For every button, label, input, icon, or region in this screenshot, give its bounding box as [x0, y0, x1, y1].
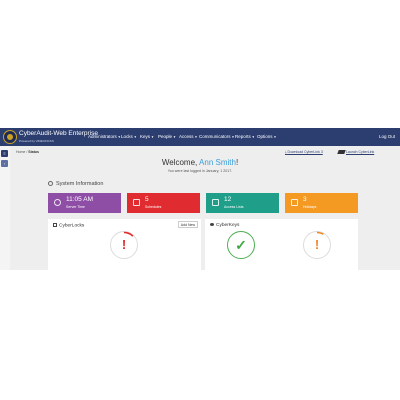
menu-locks[interactable]: Locks▼	[121, 134, 137, 139]
cyberlocks-status-gauge[interactable]: !	[110, 231, 138, 259]
menu-label: Options	[257, 134, 273, 139]
caret-down-icon: ▼	[133, 135, 137, 139]
launch-label: Launch CyberLink	[345, 150, 375, 154]
last-login-text: You were last logged in January, 1 2017.	[167, 169, 233, 173]
download-cyberlink-link[interactable]: ⤓ Download CyberLink 3	[285, 150, 323, 154]
card-value: 5	[145, 196, 149, 203]
menu-communicators[interactable]: Communicators▼	[199, 134, 235, 139]
launch-cyberlink-link[interactable]: Launch CyberLink	[337, 150, 375, 155]
caret-down-icon: ▼	[251, 135, 255, 139]
menu-label: Keys	[140, 134, 151, 139]
card-server-time[interactable]: 11:05 AM Server Time	[48, 193, 121, 213]
menu-keys[interactable]: Keys▼	[140, 134, 154, 139]
menu-people[interactable]: People▼	[158, 134, 176, 139]
sidebar-menu-icon[interactable]: ≡	[1, 150, 8, 157]
warning-exclamation-icon: !	[314, 237, 320, 252]
download-icon: ⤓	[285, 150, 287, 154]
logout-link[interactable]: Log Out	[379, 134, 395, 139]
add-new-button[interactable]: Add New	[177, 221, 198, 228]
checkmark-icon: ✓	[235, 237, 247, 253]
card-holidays[interactable]: 3 Holidays	[285, 193, 358, 213]
list-icon	[212, 199, 219, 206]
card-value: 3	[303, 196, 307, 203]
menu-label: Reports	[235, 134, 251, 139]
card-schedules[interactable]: 5 Schedules	[127, 193, 200, 213]
menu-label: Administrators	[88, 134, 117, 139]
welcome-suffix: !	[235, 158, 239, 167]
communicator-device-icon	[337, 150, 346, 155]
card-label: Schedules	[145, 205, 162, 209]
card-label: Holidays	[303, 205, 317, 209]
calendar-icon	[291, 199, 298, 206]
menu-reports[interactable]: Reports▼	[235, 134, 255, 139]
cyberkeys-warning-gauge[interactable]: !	[303, 231, 331, 259]
brand-subtitle: Powered by VIDEOFICKS	[19, 139, 54, 143]
menu-access[interactable]: Access▼	[179, 134, 198, 139]
alert-exclamation-icon: !	[121, 237, 127, 252]
menu-options[interactable]: Options▼	[257, 134, 277, 139]
system-information-header: System Information	[48, 181, 103, 187]
cyberkeys-panel: CyberKeys ✓ !	[205, 219, 358, 270]
breadcrumb-home[interactable]: Home	[16, 150, 25, 154]
menu-label: Communicators	[199, 134, 231, 139]
key-icon	[210, 223, 214, 227]
caret-down-icon: ▼	[273, 135, 277, 139]
brand-name: CyberAudit-Web Enterprise	[19, 130, 98, 137]
cyberlocks-panel: CyberLocks Add New !	[48, 219, 201, 270]
card-label: Access Lists	[224, 205, 244, 209]
cyberkeys-title: CyberKeys	[216, 223, 240, 228]
welcome-heading: Welcome, Ann Smith!	[0, 158, 400, 167]
cyberkeys-ok-gauge[interactable]: ✓	[227, 231, 255, 259]
app-window: CyberAudit-Web Enterprise Powered by VID…	[0, 128, 400, 270]
clock-icon	[54, 199, 61, 206]
user-name: Ann Smith	[199, 158, 236, 167]
caret-down-icon: ▼	[151, 135, 154, 139]
caret-down-icon: ▼	[173, 135, 176, 139]
welcome-greeting: Welcome,	[161, 158, 198, 167]
menu-label: People	[158, 134, 173, 139]
card-value: 11:05 AM	[66, 196, 93, 203]
card-value: 12	[224, 196, 232, 203]
card-access-lists[interactable]: 12 Access Lists	[206, 193, 279, 213]
brand-title: CyberAudit-Web Enterprise Powered by VID…	[19, 130, 98, 143]
menu-label: Locks	[121, 134, 133, 139]
clock-icon	[48, 181, 53, 187]
system-information-title: System Information	[56, 181, 104, 187]
caret-down-icon: ▼	[194, 135, 198, 139]
cyberlocks-title: CyberLocks	[59, 223, 85, 229]
download-label: Download CyberLink 3	[287, 150, 323, 154]
breadcrumb-current: Status	[28, 150, 39, 154]
card-label: Server Time	[66, 205, 85, 209]
calendar-icon	[133, 199, 140, 206]
breadcrumb: Home / Status	[16, 150, 39, 154]
cyberkeys-panel-title: CyberKeys	[210, 223, 239, 228]
cyberlocks-panel-title: CyberLocks	[53, 223, 84, 228]
lock-icon	[53, 223, 57, 227]
menu-administrators[interactable]: Administrators▼	[88, 134, 121, 139]
top-navbar: CyberAudit-Web Enterprise Powered by VID…	[0, 128, 400, 146]
cyberaudit-logo-icon[interactable]	[3, 130, 17, 144]
menu-label: Access	[179, 134, 194, 139]
